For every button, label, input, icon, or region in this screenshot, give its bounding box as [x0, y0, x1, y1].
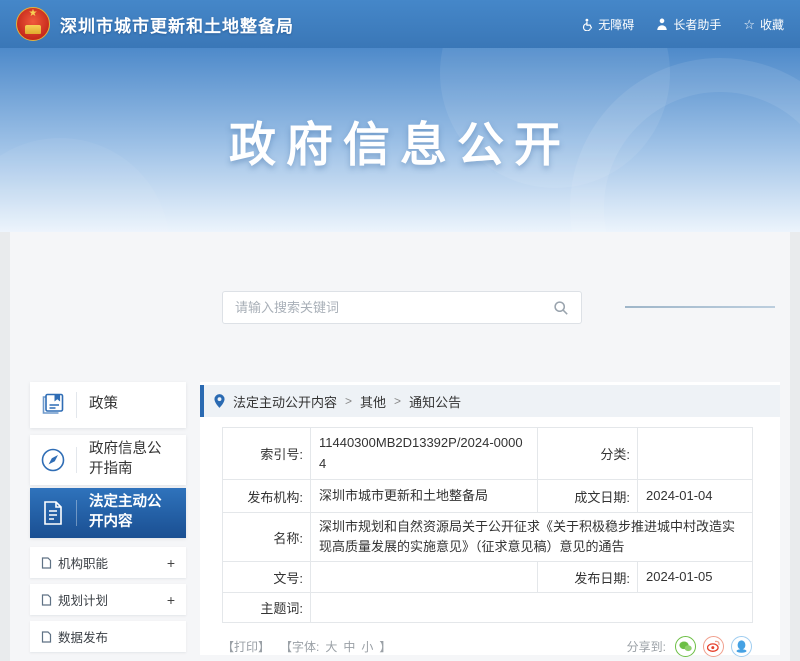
- subitem-label: 规划计划: [58, 590, 108, 609]
- site-title[interactable]: 深圳市城市更新和土地整备局: [60, 12, 294, 37]
- expand-plus-icon[interactable]: +: [167, 555, 175, 571]
- elder-label: 长者助手: [673, 16, 721, 33]
- sidebar-item-policy[interactable]: 政策: [30, 382, 186, 428]
- sidebar-item-label: 政策: [77, 395, 173, 415]
- accessibility-label: 无障碍: [598, 16, 634, 33]
- page-icon: [41, 594, 52, 606]
- field-label: 文号:: [223, 562, 311, 593]
- page-icon: [41, 631, 52, 643]
- sidebar-item-proactive-disclosure[interactable]: 法定主动公开内容: [30, 488, 186, 538]
- subitem-label: 机构职能: [58, 553, 108, 572]
- field-value: 深圳市城市更新和土地整备局: [311, 480, 538, 513]
- table-row: 文号: 发布日期: 2024-01-05: [223, 562, 753, 593]
- field-label: 分类:: [538, 428, 638, 480]
- breadcrumb-item[interactable]: 其他: [360, 392, 386, 411]
- field-label: 主题词:: [223, 593, 311, 623]
- search-box: [222, 291, 582, 324]
- sidebar-subitem-data-release[interactable]: 数据发布: [30, 621, 186, 652]
- national-emblem-icon: [16, 7, 50, 41]
- font-size-controls: 【字体: 大 中 小 】: [280, 638, 391, 655]
- field-label: 成文日期:: [538, 480, 638, 513]
- document-icon: [30, 500, 76, 526]
- elder-assistant-link[interactable]: 长者助手: [656, 16, 721, 33]
- table-row: 名称: 深圳市规划和自然资源局关于公开征求《关于积极稳步推进城中村改造实现高质量…: [223, 513, 753, 562]
- favorite-label: 收藏: [760, 16, 784, 33]
- footer-toolbar: 【打印】 【字体: 大 中 小 】 分享到:: [222, 635, 752, 657]
- font-size-prefix: 【字体:: [280, 638, 319, 655]
- star-icon: ☆: [743, 18, 755, 31]
- sidebar-item-label: 政府信息公开指南: [77, 440, 173, 479]
- breadcrumb-separator: >: [345, 394, 352, 408]
- decorative-divider: [625, 306, 775, 308]
- font-size-medium[interactable]: 中: [343, 638, 355, 655]
- table-row: 发布机构: 深圳市城市更新和土地整备局 成文日期: 2024-01-04: [223, 480, 753, 513]
- banner: 政府信息公开: [0, 48, 800, 232]
- table-row: 索引号: 11440300MB2D13392P/2024-00004 分类:: [223, 428, 753, 480]
- field-value: 11440300MB2D13392P/2024-00004: [311, 428, 538, 480]
- breadcrumb-separator: >: [394, 394, 401, 408]
- location-pin-icon: [214, 394, 225, 408]
- header-links: 无障碍 长者助手 ☆ 收藏: [580, 16, 784, 33]
- field-value: 2024-01-05: [638, 562, 753, 593]
- page-title: 政府信息公开: [0, 106, 800, 175]
- sidebar-subitem-planning[interactable]: 规划计划 +: [30, 584, 186, 615]
- field-value: [638, 428, 753, 480]
- breadcrumb-item[interactable]: 法定主动公开内容: [233, 392, 337, 411]
- breadcrumb: 法定主动公开内容 > 其他 > 通知公告: [200, 385, 780, 417]
- field-value: 2024-01-04: [638, 480, 753, 513]
- field-value: [311, 593, 753, 623]
- font-size-large[interactable]: 大: [325, 638, 337, 655]
- subitem-label: 数据发布: [58, 627, 108, 646]
- sidebar-subitem-organization[interactable]: 机构职能 +: [30, 547, 186, 578]
- weibo-share-icon[interactable]: [703, 636, 724, 657]
- field-label: 名称:: [223, 513, 311, 562]
- wechat-share-icon[interactable]: [675, 636, 696, 657]
- person-icon: [656, 18, 668, 30]
- accessibility-link[interactable]: 无障碍: [580, 16, 634, 33]
- breadcrumb-item[interactable]: 通知公告: [409, 392, 461, 411]
- wheelchair-icon: [580, 18, 593, 31]
- share-label: 分享到:: [627, 638, 666, 655]
- expand-plus-icon[interactable]: +: [167, 592, 175, 608]
- font-size-suffix: 】: [379, 638, 391, 655]
- field-label: 发布日期:: [538, 562, 638, 593]
- table-row: 主题词:: [223, 593, 753, 623]
- book-icon: [30, 393, 76, 417]
- favorite-link[interactable]: ☆ 收藏: [743, 16, 784, 33]
- search-input[interactable]: [235, 300, 553, 315]
- document-info-table: 索引号: 11440300MB2D13392P/2024-00004 分类: 发…: [222, 427, 753, 623]
- field-label: 索引号:: [223, 428, 311, 480]
- print-button[interactable]: 【打印】: [222, 638, 270, 655]
- page-icon: [41, 557, 52, 569]
- field-label: 发布机构:: [223, 480, 311, 513]
- compass-icon: [30, 446, 76, 474]
- top-header: 深圳市城市更新和土地整备局 无障碍: [0, 0, 800, 48]
- share-group: 分享到:: [627, 636, 752, 657]
- page: 深圳市城市更新和土地整备局 无障碍: [0, 0, 800, 661]
- field-value: [311, 562, 538, 593]
- font-size-small[interactable]: 小: [361, 638, 373, 655]
- field-value: 深圳市规划和自然资源局关于公开征求《关于积极稳步推进城中村改造实现高质量发展的实…: [311, 513, 753, 562]
- search-icon[interactable]: [553, 300, 569, 316]
- qq-share-icon[interactable]: [731, 636, 752, 657]
- sidebar-item-disclosure-guide[interactable]: 政府信息公开指南: [30, 435, 186, 485]
- sidebar-item-label: 法定主动公开内容: [77, 493, 173, 532]
